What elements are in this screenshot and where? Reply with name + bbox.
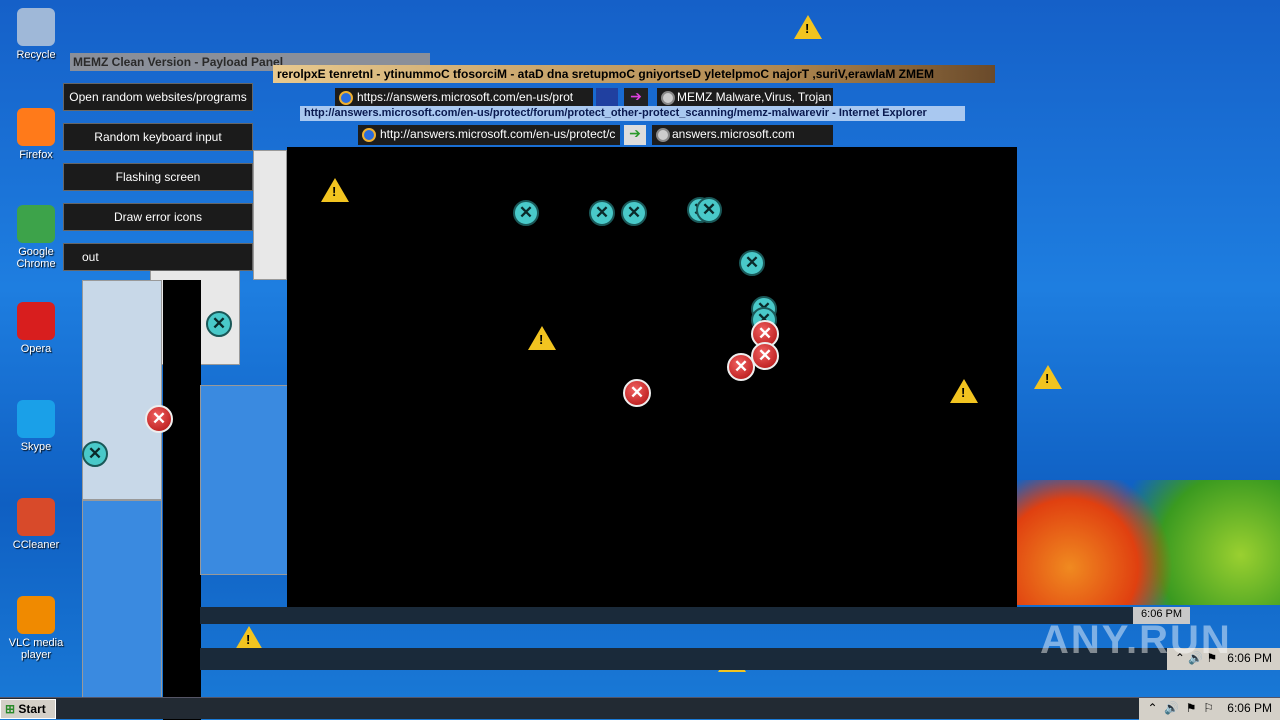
- tab-title: MEMZ Malware,Virus, Trojan ...: [677, 90, 833, 104]
- error-icon-cyan: ✕: [739, 250, 765, 276]
- ie-icon: [339, 91, 353, 105]
- desktop-icon-vlc-media-player[interactable]: VLC media player: [6, 596, 66, 661]
- warning-icon: !: [528, 326, 556, 350]
- warning-icon: !: [1034, 365, 1062, 389]
- chrome-icon: [17, 205, 55, 243]
- tab-title: answers.microsoft.com: [672, 127, 795, 141]
- desktop-icon-label: Recycle: [16, 49, 56, 61]
- taskbar: ⊞ Start ⌃ 🔊 ⚑ ⚐ 6:06 PM: [0, 697, 1280, 720]
- desktop-icon-ccleaner[interactable]: CCleaner: [6, 498, 66, 551]
- address-bar-2[interactable]: http://answers.microsoft.com/en-us/prote…: [358, 125, 620, 145]
- clock[interactable]: 6:06 PM: [1227, 701, 1272, 715]
- watermark: ANY.RUN: [1040, 618, 1232, 662]
- firefox-icon: [17, 108, 55, 146]
- desktop-icon-google-chrome[interactable]: Google Chrome: [6, 205, 66, 270]
- error-icon-cyan: ✕: [513, 200, 539, 226]
- desktop-icon-label: VLC media player: [8, 637, 64, 661]
- opera-icon: [17, 302, 55, 340]
- lock-icon[interactable]: [596, 88, 618, 108]
- payload-button[interactable]: Flashing screen: [63, 163, 253, 191]
- error-icon-red: ✕: [727, 353, 755, 381]
- error-icon-red: ✕: [751, 342, 779, 370]
- vlc-icon: [17, 596, 55, 634]
- payload-button[interactable]: out: [63, 243, 253, 271]
- warning-icon: !: [235, 626, 263, 650]
- payload-button[interactable]: Random keyboard input: [63, 123, 253, 151]
- skype-icon: [17, 400, 55, 438]
- desktop-icon-firefox[interactable]: Firefox: [6, 108, 66, 161]
- start-button[interactable]: ⊞ Start: [0, 699, 56, 719]
- desktop-icon-opera[interactable]: Opera: [6, 302, 66, 355]
- browser-tab[interactable]: MEMZ Malware,Virus, Trojan ...: [657, 88, 833, 108]
- loading-icon: [656, 128, 670, 142]
- windows-logo-icon: ⊞: [5, 702, 16, 716]
- reversed-window-title: rerolpxE tenretnI - ytinummoC tfosorciM …: [273, 65, 995, 83]
- glitch-bar: [163, 280, 201, 720]
- black-screen-window: [287, 147, 1017, 615]
- ccleaner-icon: [17, 498, 55, 536]
- desktop-icon-label: Skype: [20, 441, 52, 453]
- system-tray: ⌃ 🔊 ⚑ ⚐ 6:06 PM: [1139, 698, 1280, 720]
- ie-icon: [362, 128, 376, 142]
- desktop-icon-label: Google Chrome: [16, 246, 56, 270]
- error-icon-cyan: ✕: [696, 197, 722, 223]
- warning-icon: !: [794, 15, 822, 39]
- tray-icons[interactable]: ⌃ 🔊 ⚑ ⚐: [1147, 701, 1214, 715]
- error-icon-cyan: ✕: [589, 200, 615, 226]
- ie-window-title: http://answers.microsoft.com/en-us/prote…: [300, 106, 965, 121]
- error-icon-red: ✕: [623, 379, 651, 407]
- error-icon-cyan: ✕: [206, 311, 232, 337]
- payload-button[interactable]: Draw error icons: [63, 203, 253, 231]
- warning-icon: !: [950, 379, 978, 403]
- go-button[interactable]: ➔: [624, 88, 648, 108]
- error-icon-cyan: ✕: [82, 441, 108, 467]
- glitch-fragment: [82, 500, 162, 700]
- go-button[interactable]: ➔: [624, 125, 646, 145]
- payload-button[interactable]: Open random websites/programs: [63, 83, 253, 111]
- desktop-icon-skype[interactable]: Skype: [6, 400, 66, 453]
- loading-icon: [661, 91, 675, 105]
- wallpaper-logo: [1017, 480, 1280, 605]
- recycle-bin-icon: [17, 8, 55, 46]
- glitch-fragment: [253, 150, 287, 280]
- desktop-icon-recycle[interactable]: Recycle: [6, 8, 66, 61]
- desktop-icon-label: Firefox: [19, 149, 53, 161]
- address-bar[interactable]: https://answers.microsoft.com/en-us/prot: [335, 88, 593, 108]
- error-icon-red: ✕: [145, 405, 173, 433]
- start-label: Start: [18, 702, 46, 716]
- desktop-icon-label: Opera: [20, 343, 52, 355]
- clock[interactable]: 6:06 PM: [1227, 651, 1272, 665]
- address-text: https://answers.microsoft.com/en-us/prot: [357, 90, 574, 104]
- address-text: http://answers.microsoft.com/en-us/prote…: [380, 127, 616, 141]
- error-icon-cyan: ✕: [621, 200, 647, 226]
- desktop-icon-label: CCleaner: [12, 539, 60, 551]
- warning-icon: !: [321, 178, 349, 202]
- browser-tab-2[interactable]: answers.microsoft.com: [652, 125, 833, 145]
- glitch-fragment: [200, 385, 288, 575]
- glitch-fragment: [82, 280, 162, 500]
